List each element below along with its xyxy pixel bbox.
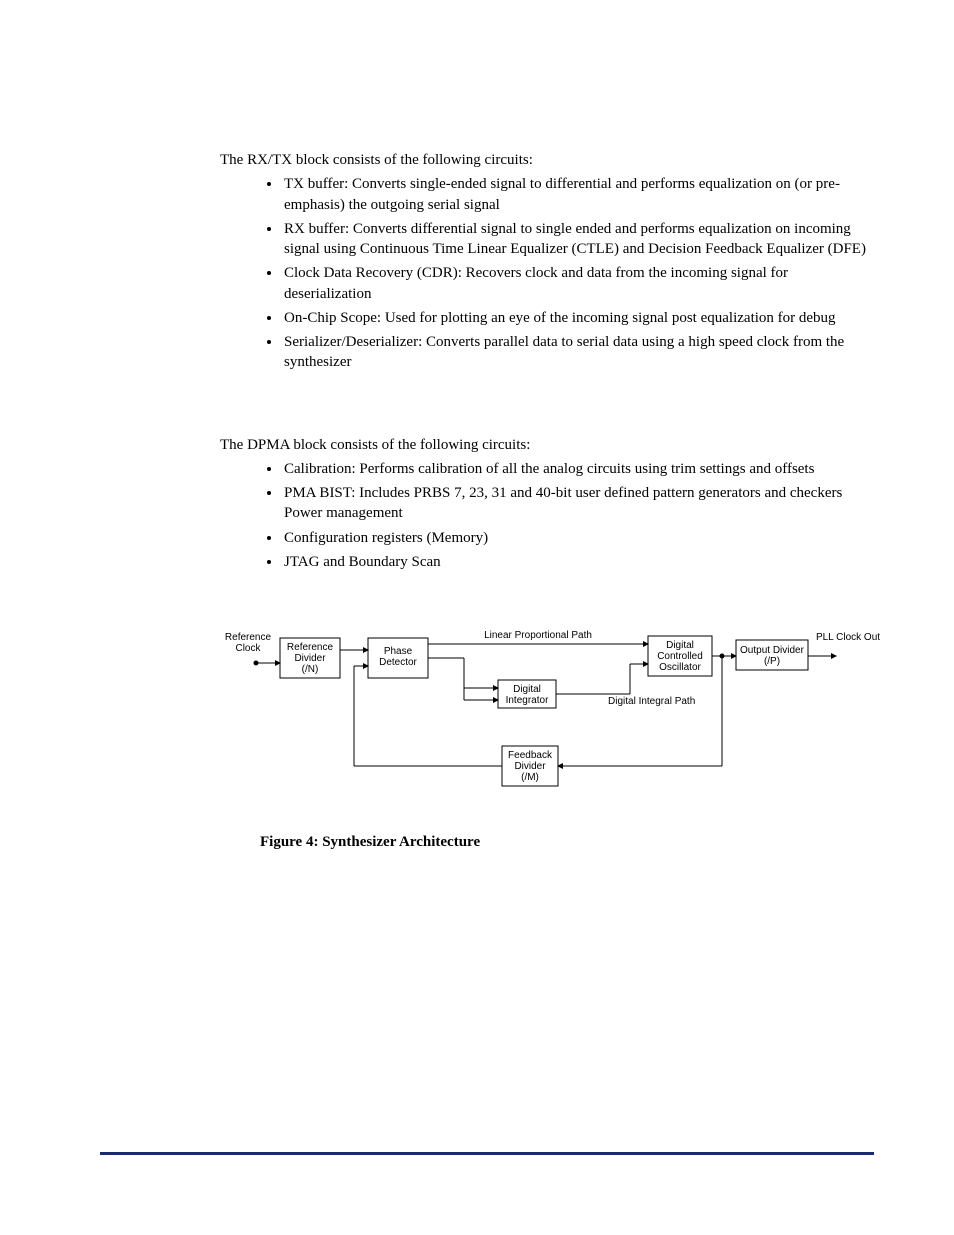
label-pll-out: PLL Clock Out — [816, 632, 880, 643]
label-lin-path: Linear Proportional Path — [484, 630, 592, 641]
footer-rule — [100, 1152, 874, 1155]
label-dig-int: DigitalIntegrator — [506, 684, 549, 706]
list-item: TX buffer: Converts single-ended signal … — [282, 174, 874, 215]
list-item: RX buffer: Converts differential signal … — [282, 219, 874, 260]
label-ref-div: ReferenceDivider(/N) — [287, 642, 334, 675]
list-item: On-Chip Scope: Used for plotting an eye … — [282, 308, 874, 328]
list-item: Configuration registers (Memory) — [282, 528, 874, 548]
label-fb-div: FeedbackDivider(/M) — [508, 750, 553, 783]
label-ref-clock: ReferenceClock — [225, 632, 272, 654]
list-item: Calibration: Performs calibration of all… — [282, 459, 874, 479]
rxtx-list: TX buffer: Converts single-ended signal … — [220, 174, 874, 372]
dpma-list: Calibration: Performs calibration of all… — [220, 459, 874, 572]
dpma-intro: The DPMA block consists of the following… — [220, 435, 874, 455]
rxtx-intro: The RX/TX block consists of the followin… — [220, 150, 874, 170]
synthesizer-diagram: ReferenceClock ReferenceDivider(/N) Phas… — [220, 608, 874, 852]
label-dco: DigitalControlledOscillator — [657, 640, 703, 673]
label-dig-int-path: Digital Integral Path — [608, 696, 695, 707]
list-item: PMA BIST: Includes PRBS 7, 23, 31 and 40… — [282, 483, 874, 524]
list-item: Clock Data Recovery (CDR): Recovers cloc… — [282, 263, 874, 304]
label-out-div: Output Divider(/P) — [740, 645, 805, 667]
list-item: JTAG and Boundary Scan — [282, 552, 874, 572]
label-phase-det: PhaseDetector — [379, 646, 417, 668]
list-item: Serializer/Deserializer: Converts parall… — [282, 332, 874, 373]
figure-caption: Figure 4: Synthesizer Architecture — [260, 832, 874, 852]
